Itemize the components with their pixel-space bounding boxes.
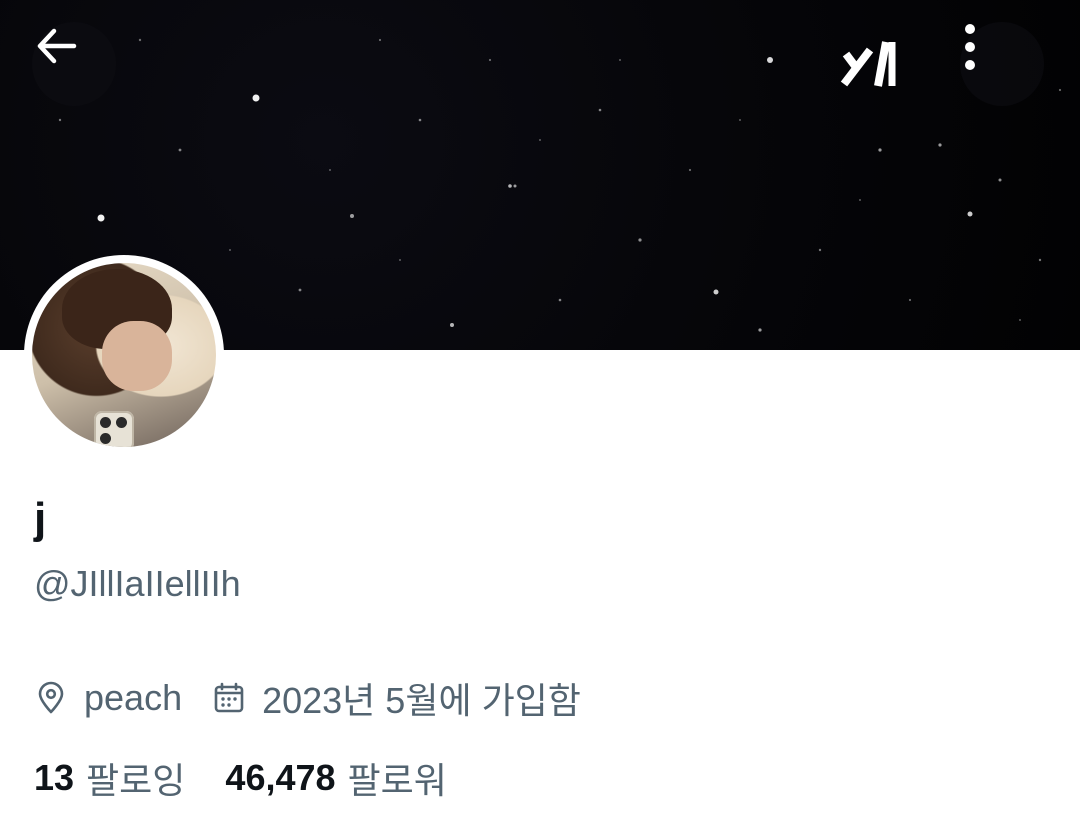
following-count: 13: [34, 757, 75, 798]
followers-label: 팔로워: [347, 760, 447, 801]
location-pin-icon: [34, 681, 68, 715]
display-name: j: [34, 494, 47, 543]
following-label: 팔로잉: [86, 760, 186, 801]
calendar-icon: [212, 681, 246, 715]
more-options-button[interactable]: [960, 22, 1044, 106]
avatar[interactable]: [24, 255, 224, 455]
location-text: peach: [84, 677, 183, 718]
followers-link[interactable]: 46,478 팔로워: [225, 752, 446, 804]
grok-button[interactable]: [836, 34, 902, 94]
back-button[interactable]: [32, 22, 116, 106]
profile-meta: peach 2023년 5월에 가입함: [34, 676, 581, 721]
follow-stats: 13 팔로잉 46,478 팔로워: [34, 756, 447, 801]
avatar-image: [32, 263, 216, 447]
following-link[interactable]: 13 팔로잉: [34, 752, 185, 804]
joined-date: 2023년 5월에 가입함: [262, 680, 581, 721]
followers-count: 46,478: [225, 757, 336, 798]
username-handle: @JIllIaIIellIIh: [34, 563, 241, 604]
